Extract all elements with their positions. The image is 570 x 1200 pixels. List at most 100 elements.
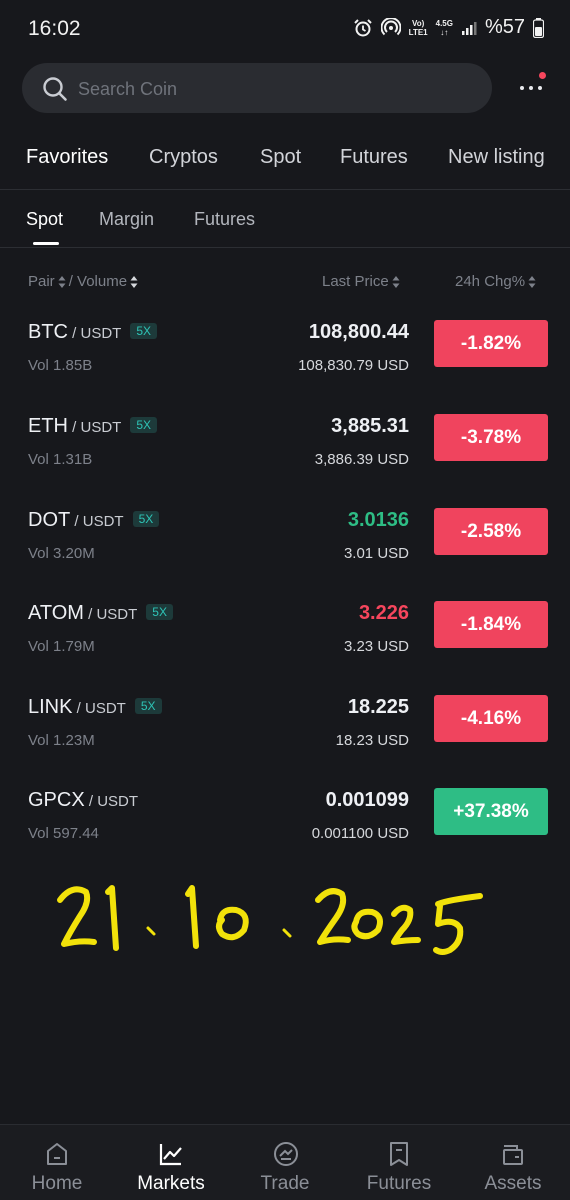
column-header-pair-volume[interactable]: Pair / Volume	[28, 273, 138, 290]
leverage-badge: 5X	[130, 417, 158, 433]
market-row[interactable]: BTC / USDT 5X Vol 1.85B 108,800.44 108,83…	[0, 320, 570, 414]
last-price: 3,885.31	[331, 415, 409, 437]
tab-futures[interactable]: Futures	[340, 146, 408, 169]
last-price: 3.226	[358, 602, 409, 624]
pair-name: GPCX / USDT	[28, 789, 138, 812]
quote-asset: USDT	[97, 793, 139, 810]
quote-asset: USDT	[84, 700, 126, 717]
base-asset: GPCX	[28, 789, 85, 811]
data-arrows-icon: ↓↑	[440, 27, 449, 37]
nav-label: Markets	[137, 1173, 205, 1194]
leverage-badge: 5X	[132, 511, 160, 527]
pair-separator: /	[70, 513, 83, 530]
change-badge[interactable]: -1.84%	[434, 601, 548, 648]
leverage-badge: 5X	[146, 604, 173, 620]
sort-icon	[528, 275, 536, 288]
volume: Vol 1.31B	[28, 451, 93, 468]
column-header-last-price[interactable]: Last Price	[322, 273, 400, 290]
pair-separator: /	[83, 606, 97, 623]
signal-icon	[461, 21, 477, 35]
status-icons: Vo) LTE1 4.5G ↓↑ %57	[353, 16, 544, 39]
status-time: 16:02	[28, 17, 81, 40]
pair-name: LINK / USDT 5X	[28, 696, 162, 719]
market-row[interactable]: ATOM / USDT 5X Vol 1.79M 3.226 3.23 USD -…	[0, 601, 570, 695]
category-tabs: Favorites Cryptos Spot Futures New listi…	[0, 146, 570, 190]
tabs-divider	[0, 189, 570, 190]
nav-label: Assets	[484, 1173, 542, 1194]
change-badge[interactable]: -2.58%	[434, 508, 548, 555]
last-price: 108,800.44	[308, 321, 409, 343]
pair-name: ATOM / USDT 5X	[28, 602, 173, 625]
nav-trade[interactable]: Trade	[228, 1125, 342, 1200]
quote-asset: USDT	[80, 419, 122, 436]
pair-separator: /	[68, 419, 81, 436]
subtab-futures[interactable]: Futures	[194, 209, 255, 230]
volume: Vol 1.85B	[28, 357, 93, 374]
markets-icon	[159, 1144, 182, 1166]
volume: Vol 597.44	[28, 825, 99, 842]
last-price: 3.0136	[347, 509, 409, 531]
pair-name: BTC / USDT 5X	[28, 321, 158, 344]
column-header-change[interactable]: 24h Chg%	[455, 273, 536, 290]
market-row[interactable]: ETH / USDT 5X Vol 1.31B 3,885.31 3,886.39…	[0, 414, 570, 508]
subtab-active-indicator	[33, 242, 59, 245]
pair-name: DOT / USDT 5X	[28, 509, 160, 532]
sort-icon	[130, 275, 138, 288]
notification-dot	[539, 72, 546, 79]
base-asset: LINK	[28, 696, 73, 718]
change-badge[interactable]: -3.78%	[434, 414, 548, 461]
subtab-margin[interactable]: Margin	[99, 209, 154, 230]
usd-price: 0.001100 USD	[311, 825, 409, 842]
more-menu-button[interactable]	[508, 66, 552, 110]
nav-home[interactable]: Home	[0, 1125, 114, 1200]
pair-separator: /	[68, 325, 81, 342]
header-volume: / Volume	[68, 273, 128, 290]
lte-label: LTE1	[408, 27, 428, 37]
market-row[interactable]: GPCX / USDT Vol 597.44 0.001099 0.001100…	[0, 788, 570, 882]
volume: Vol 3.20M	[28, 545, 95, 562]
nav-futures[interactable]: Futures	[342, 1125, 456, 1200]
market-row[interactable]: LINK / USDT 5X Vol 1.23M 18.225 18.23 USD…	[0, 695, 570, 789]
tab-favorites[interactable]: Favorites	[26, 146, 108, 169]
quote-asset: USDT	[82, 513, 124, 530]
handwritten-date	[57, 885, 483, 955]
volte-indicator: Vo) LTE1	[409, 19, 428, 37]
sort-icon	[58, 275, 66, 288]
nav-assets[interactable]: Assets	[456, 1125, 570, 1200]
usd-price: 3.23 USD	[343, 638, 409, 655]
subtab-spot[interactable]: Spot	[26, 209, 63, 230]
hotspot-icon	[380, 17, 401, 35]
nav-label: Futures	[366, 1173, 432, 1194]
base-asset: BTC	[28, 321, 68, 343]
tab-new-listing[interactable]: New listing	[448, 146, 545, 169]
pair-separator: /	[84, 793, 98, 810]
trade-icon	[274, 1142, 298, 1166]
tab-spot[interactable]: Spot	[260, 146, 301, 169]
market-row[interactable]: DOT / USDT 5X Vol 3.20M 3.0136 3.01 USD -…	[0, 508, 570, 602]
sort-icon	[392, 275, 400, 288]
search-input[interactable]: Search Coin	[22, 63, 492, 113]
nav-markets[interactable]: Markets	[114, 1125, 228, 1200]
base-asset: ETH	[28, 415, 68, 437]
quote-asset: USDT	[96, 606, 138, 623]
sub-tabs: Spot Margin Futures	[0, 209, 570, 249]
nav-label: Trade	[260, 1173, 310, 1194]
battery-icon	[533, 17, 544, 38]
status-bar: 16:02 Vo) LTE1 4.5G ↓↑ %57	[0, 0, 570, 58]
network-type-indicator: 4.5G ↓↑	[436, 19, 453, 37]
base-asset: ATOM	[28, 602, 84, 624]
volte-label: Vo)	[411, 18, 425, 28]
last-price: 0.001099	[325, 789, 409, 811]
pair-separator: /	[72, 700, 85, 717]
last-price: 18.225	[347, 696, 409, 718]
nav-label: Home	[31, 1173, 83, 1194]
markets-screen: 16:02 Vo) LTE1 4.5G ↓↑ %57 Search Coin F…	[0, 0, 570, 1200]
header-last-price: Last Price	[322, 273, 389, 290]
change-badge[interactable]: -4.16%	[434, 695, 548, 742]
change-badge[interactable]: +37.38%	[434, 788, 548, 835]
header-change: 24h Chg%	[455, 273, 526, 290]
tab-cryptos[interactable]: Cryptos	[149, 146, 218, 169]
base-asset: DOT	[28, 509, 71, 531]
subtabs-divider	[0, 247, 570, 248]
change-badge[interactable]: -1.82%	[434, 320, 548, 367]
